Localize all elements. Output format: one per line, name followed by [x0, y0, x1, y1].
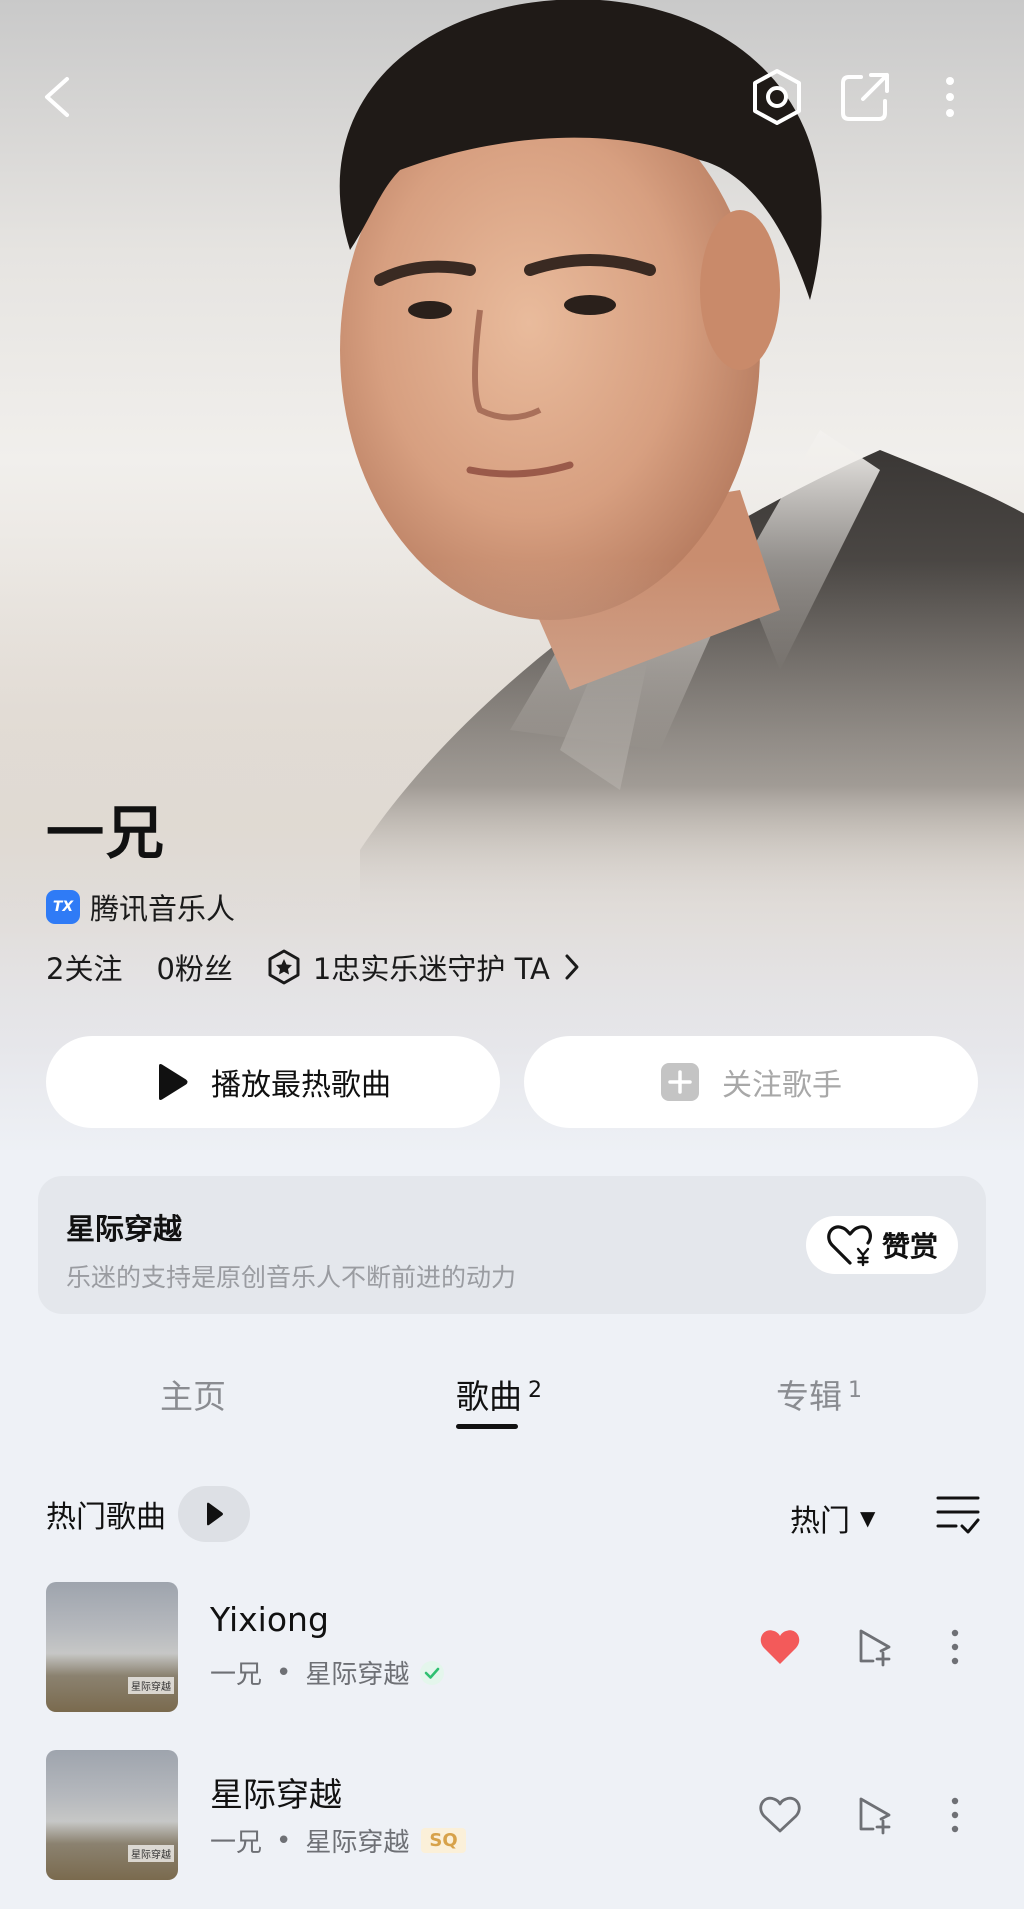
album-cover: 星际穿越 [46, 1582, 178, 1712]
add-to-playlist-icon[interactable] [850, 1790, 900, 1840]
support-card-subtitle: 乐迷的支持是原创音乐人不断前进的动力 [66, 1263, 517, 1292]
song-meta: 一兄 • 星际穿越 [210, 1654, 445, 1691]
follow-artist-button[interactable]: 关注歌手 [524, 1036, 978, 1128]
play-hot-songs-label: 播放最热歌曲 [211, 1068, 391, 1103]
musician-badge[interactable]: TX 腾讯音乐人 [46, 886, 235, 928]
separator-dot: • [276, 1657, 292, 1688]
tab-albums-count: 1 [848, 1378, 862, 1403]
cover-text: 星际穿越 [128, 1845, 174, 1862]
song-album: 星际穿越 [305, 1828, 410, 1858]
tab-home[interactable]: 主页 [160, 1370, 226, 1418]
add-to-playlist-icon[interactable] [850, 1622, 900, 1672]
back-icon[interactable] [22, 62, 92, 132]
song-meta: 一兄 • 星际穿越 SQ [210, 1822, 466, 1859]
tab-home-label: 主页 [160, 1377, 226, 1416]
play-icon [207, 1502, 223, 1526]
musician-badge-label: 腾讯音乐人 [90, 892, 236, 926]
hot-songs-title: 热门歌曲 [46, 1500, 166, 1535]
song-row[interactable]: 星际穿越 星际穿越 一兄 • 星际穿越 SQ [0, 1750, 1024, 1880]
following-count[interactable]: 2关注 [46, 946, 122, 988]
hot-songs-header: 热门歌曲 [46, 1486, 250, 1542]
song-row[interactable]: 星际穿越 Yixiong 一兄 • 星际穿越 [0, 1582, 1024, 1712]
play-icon [155, 1063, 189, 1101]
sort-dropdown[interactable]: 热门 ▼ [790, 1496, 875, 1540]
heart-outline-icon[interactable] [755, 1790, 805, 1840]
heart-yen-icon [827, 1225, 872, 1267]
play-all-button[interactable] [178, 1486, 250, 1542]
caret-down-icon: ▼ [860, 1506, 876, 1530]
artist-stats: 2关注 0粉丝 1忠实乐迷守护 TA [46, 946, 580, 988]
reward-button[interactable]: 赞赏 [806, 1216, 958, 1274]
tab-songs-count: 2 [528, 1378, 542, 1403]
heart-filled-icon[interactable] [755, 1622, 805, 1672]
tab-songs-label: 歌曲 [456, 1377, 522, 1416]
active-tab-indicator [456, 1424, 518, 1429]
more-vertical-icon[interactable] [930, 1790, 980, 1840]
tab-albums-label: 专辑 [776, 1377, 842, 1416]
song-artist: 一兄 [210, 1660, 263, 1690]
fan-guard-label: 1忠实乐迷守护 TA [312, 952, 550, 986]
plus-icon [660, 1062, 700, 1102]
sort-label: 热门 [790, 1504, 850, 1539]
separator-dot: • [276, 1825, 292, 1856]
multi-select-list-icon[interactable] [934, 1492, 982, 1540]
more-vertical-icon[interactable] [915, 62, 985, 132]
more-vertical-icon[interactable] [930, 1622, 980, 1672]
star-badge-icon [268, 949, 300, 985]
song-artist: 一兄 [210, 1828, 263, 1858]
settings-icon[interactable] [742, 62, 812, 132]
fans-count[interactable]: 0粉丝 [156, 946, 232, 988]
artist-tabs: 主页 歌曲 2 专辑 1 [0, 1370, 1024, 1440]
song-album: 星际穿越 [305, 1660, 410, 1690]
song-title: Yixiong [210, 1600, 329, 1639]
follow-artist-label: 关注歌手 [722, 1068, 842, 1103]
play-hot-songs-button[interactable]: 播放最热歌曲 [46, 1036, 500, 1128]
verified-check-icon [420, 1660, 445, 1685]
cover-text: 星际穿越 [128, 1677, 174, 1694]
reward-label: 赞赏 [881, 1230, 938, 1263]
song-title: 星际穿越 [210, 1775, 342, 1814]
chevron-right-icon [565, 954, 579, 980]
fan-guard-link[interactable]: 1忠实乐迷守护 TA [267, 946, 580, 988]
support-card: 星际穿越 乐迷的支持是原创音乐人不断前进的动力 赞赏 [38, 1176, 986, 1314]
album-cover: 星际穿越 [46, 1750, 178, 1880]
tab-albums[interactable]: 专辑 1 [776, 1370, 862, 1418]
tab-songs[interactable]: 歌曲 2 [456, 1370, 542, 1418]
support-card-title: 星际穿越 [66, 1212, 183, 1246]
tencent-musician-logo-icon: TX [46, 890, 80, 924]
artist-name: 一兄 [46, 799, 167, 867]
sq-quality-badge: SQ [421, 1828, 466, 1853]
share-icon[interactable] [830, 62, 900, 132]
